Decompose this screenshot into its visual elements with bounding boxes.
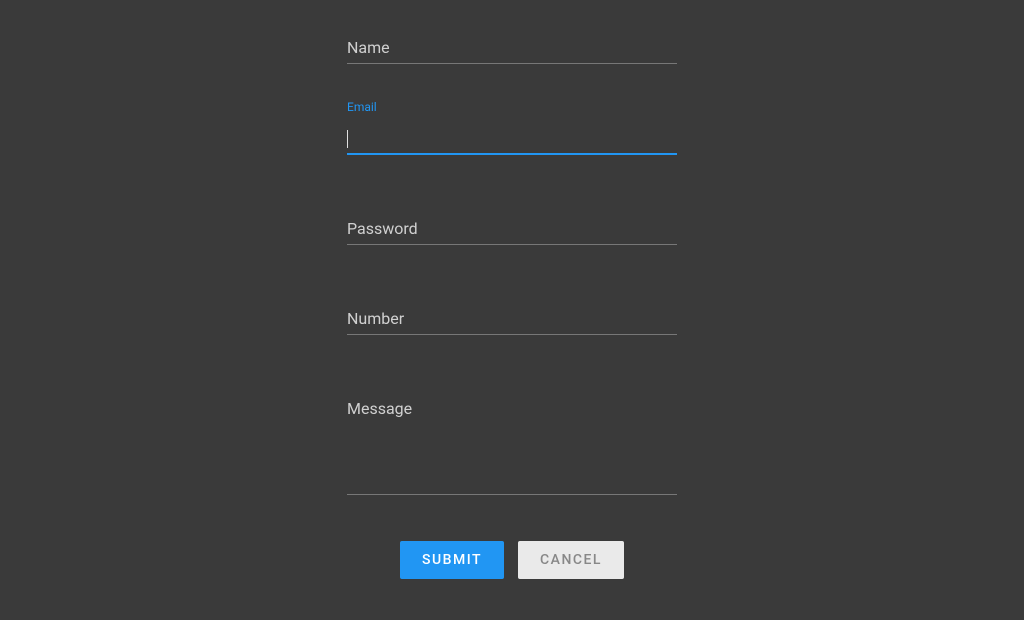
email-input[interactable] bbox=[347, 114, 677, 155]
message-textarea[interactable] bbox=[347, 385, 677, 495]
name-input[interactable] bbox=[347, 24, 677, 64]
message-field-wrapper: Message bbox=[347, 385, 677, 499]
name-field-wrapper: Name bbox=[347, 24, 677, 64]
button-row: SUBMIT CANCEL bbox=[347, 541, 677, 579]
number-input[interactable] bbox=[347, 295, 677, 335]
submit-button[interactable]: SUBMIT bbox=[400, 541, 504, 579]
text-caret bbox=[347, 130, 348, 148]
password-input[interactable] bbox=[347, 205, 677, 245]
password-field-wrapper: Password bbox=[347, 205, 677, 245]
form-container: Name Email Password Number Message SUBMI… bbox=[347, 0, 677, 579]
cancel-button[interactable]: CANCEL bbox=[518, 541, 624, 579]
email-field-wrapper: Email bbox=[347, 114, 677, 155]
number-field-wrapper: Number bbox=[347, 295, 677, 335]
email-label: Email bbox=[347, 100, 377, 114]
